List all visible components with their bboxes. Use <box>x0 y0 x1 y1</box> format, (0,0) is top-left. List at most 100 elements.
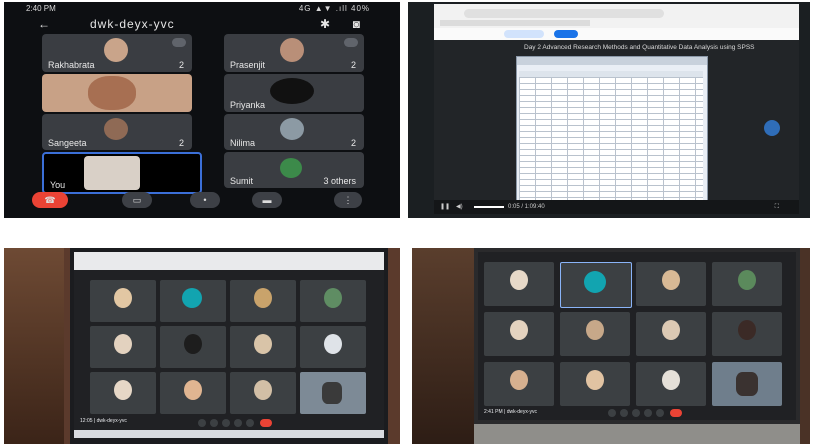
participant-name: Sumit <box>230 176 254 186</box>
participant-face <box>510 270 528 290</box>
participant-tile[interactable] <box>560 262 632 308</box>
participant-tile[interactable] <box>560 362 630 406</box>
participant-face <box>104 118 128 140</box>
participant-tile[interactable]: Nilima 2 <box>224 114 364 150</box>
more-options-button[interactable]: ⋮ <box>334 192 362 208</box>
fullscreen-icon[interactable]: ⛶ <box>775 200 779 214</box>
self-video-tile[interactable] <box>712 362 782 406</box>
participant-tile[interactable]: Priyanka <box>224 74 364 112</box>
participant-tile[interactable]: Sumit 3 others <box>224 152 364 188</box>
bluetooth-icon[interactable]: ✱ <box>320 16 330 32</box>
participant-tile[interactable] <box>230 280 296 322</box>
participant-tile[interactable] <box>90 280 156 322</box>
more-options-button[interactable] <box>246 419 254 427</box>
participant-face <box>280 158 302 178</box>
self-video-tile[interactable] <box>300 372 366 414</box>
banner-chip <box>504 30 544 38</box>
participant-face <box>88 76 136 110</box>
present-button[interactable] <box>644 409 652 417</box>
slide-title: Day 2 Advanced Research Methods and Quan… <box>524 44 755 51</box>
participant-tile[interactable] <box>230 372 296 414</box>
participant-tile[interactable] <box>484 312 554 356</box>
participant-name: Nilima <box>230 138 256 148</box>
back-arrow-icon[interactable]: ← <box>38 16 50 32</box>
end-call-button[interactable] <box>260 419 272 427</box>
participant-face <box>254 334 272 354</box>
participant-tile[interactable] <box>712 312 782 356</box>
participant-face <box>270 78 314 104</box>
participant-face <box>280 118 304 140</box>
participant-face <box>662 320 680 340</box>
participant-tile[interactable] <box>484 262 554 306</box>
pause-icon[interactable]: ❚❚ <box>440 200 450 214</box>
participant-count: 2 <box>178 60 184 70</box>
participant-initial-avatar <box>182 288 202 308</box>
self-face <box>84 156 140 190</box>
self-name: You <box>50 180 66 190</box>
end-call-button[interactable]: ☎ <box>32 192 68 208</box>
meeting-code: dwk-deyx-yvc <box>90 17 175 31</box>
participant-name: Priyanka <box>230 100 266 110</box>
captions-button[interactable] <box>632 409 640 417</box>
laptop-bezel: 12:05 | dwk-deyx-yvc <box>70 248 388 444</box>
banner-button[interactable] <box>554 30 578 38</box>
participant-face <box>114 334 132 354</box>
status-time: 2:40 PM <box>26 4 56 13</box>
laptop-spss-photo: Day 2 Advanced Research Methods and Quan… <box>408 2 810 218</box>
participant-tile[interactable] <box>160 372 226 414</box>
captions-button[interactable]: ▬ <box>252 192 282 208</box>
room-background <box>4 248 64 444</box>
more-options-button[interactable] <box>656 409 664 417</box>
laptop-grid-photo-1: 12:05 | dwk-deyx-yvc <box>4 248 400 444</box>
participant-tile[interactable] <box>636 362 706 406</box>
mic-button[interactable] <box>198 419 206 427</box>
phone-meet-photo: 2:40 PM 4G ▲▼ .ıll 40% ← dwk-deyx-yvc ✱ … <box>4 2 400 218</box>
present-button[interactable] <box>234 419 242 427</box>
participant-tile[interactable] <box>484 362 554 406</box>
participant-face <box>510 370 528 390</box>
participant-tile[interactable] <box>230 326 296 368</box>
address-bar[interactable] <box>464 9 664 18</box>
camera-button[interactable] <box>210 419 218 427</box>
participant-face <box>254 288 272 308</box>
mic-button[interactable] <box>608 409 616 417</box>
meeting-info: 2:41 PM | dwk-deyx-yvc <box>484 409 537 415</box>
participant-video-tile[interactable] <box>42 74 192 112</box>
bookmarks-bar <box>440 20 590 26</box>
progress-bar[interactable] <box>474 206 504 208</box>
participant-face <box>738 270 756 290</box>
camera-switch-icon[interactable]: ◙ <box>353 16 360 32</box>
camera-button[interactable]: ▭ <box>122 192 152 208</box>
video-player-controls: ❚❚ ◀) 0:05 / 1:09:40 ⛶ <box>434 200 799 214</box>
captions-button[interactable] <box>222 419 230 427</box>
meeting-header: ← dwk-deyx-yvc ✱ ◙ <box>4 16 400 32</box>
participant-tile[interactable] <box>636 262 706 306</box>
participant-face <box>738 320 756 340</box>
end-call-button[interactable] <box>670 409 682 417</box>
participant-tile[interactable] <box>300 280 366 322</box>
windows-taskbar <box>74 430 384 438</box>
participant-tile[interactable] <box>560 312 630 356</box>
participant-name: Sangeeta <box>48 138 87 148</box>
spss-data-view <box>516 56 708 208</box>
participant-tile[interactable] <box>90 372 156 414</box>
participant-face <box>324 288 342 308</box>
self-video-tile[interactable]: You <box>42 152 202 194</box>
participant-tile[interactable] <box>90 326 156 368</box>
participant-tile[interactable]: Prasenjit 2 <box>224 34 364 72</box>
spss-grid <box>519 71 703 203</box>
room-background <box>412 248 474 444</box>
mic-button[interactable]: • <box>190 192 220 208</box>
participant-tile[interactable]: Rakhabrata 2 <box>42 34 192 72</box>
participant-tile[interactable]: Sangeeta 2 <box>42 114 192 150</box>
participant-tile[interactable] <box>300 326 366 368</box>
participant-tile[interactable] <box>160 326 226 368</box>
status-bar: 2:40 PM 4G ▲▼ .ıll 40% <box>4 2 400 16</box>
participant-tile[interactable] <box>636 312 706 356</box>
player-time: 0:05 / 1:09:40 <box>508 204 545 210</box>
participant-tile[interactable] <box>160 280 226 322</box>
camera-button[interactable] <box>620 409 628 417</box>
participant-tile[interactable] <box>712 262 782 306</box>
participant-count: 2 <box>178 138 184 148</box>
volume-icon[interactable]: ◀) <box>456 200 463 214</box>
